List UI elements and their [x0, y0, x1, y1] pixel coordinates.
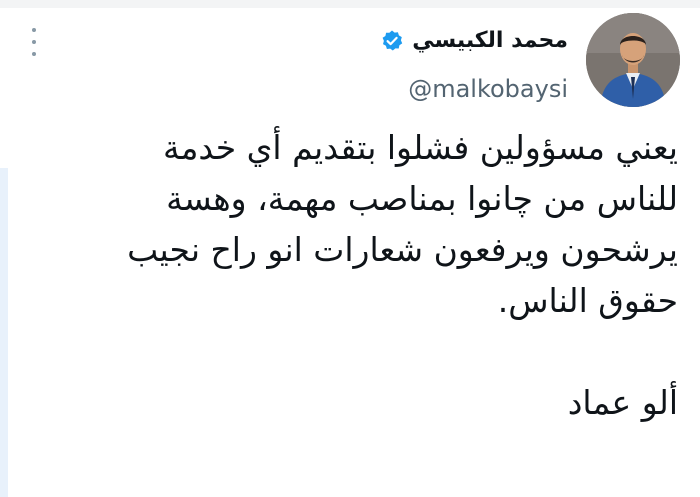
menu-dot	[32, 40, 36, 44]
tweet-text-line: يعني مسؤولين فشلوا بتقديم أي خدمة	[163, 128, 678, 167]
tweet-header: محمد الكبيسي @malkobaysi	[380, 26, 568, 104]
menu-dot	[32, 52, 36, 56]
tweet-signoff: ألو عماد	[567, 383, 678, 422]
top-strip	[0, 0, 700, 8]
tweet-text-line: يرشحون ويرفعون شعارات انو راح نجيب	[127, 230, 678, 269]
display-name[interactable]: محمد الكبيسي	[412, 26, 568, 56]
tweet-text-line: حقوق الناس.	[497, 281, 678, 320]
author-handle[interactable]: @malkobaysi	[380, 74, 568, 104]
tweet-text-line: للناس من چانوا بمناصب مهمة، وهسة	[166, 179, 678, 218]
profile-photo-icon	[586, 13, 680, 107]
verified-badge-icon	[382, 30, 403, 51]
more-options-icon[interactable]	[24, 28, 44, 56]
menu-dot	[32, 28, 36, 32]
avatar[interactable]	[586, 13, 680, 107]
left-rail	[0, 168, 8, 497]
name-row: محمد الكبيسي	[380, 26, 568, 56]
tweet-text: يعني مسؤولين فشلوا بتقديم أي خدمة للناس …	[38, 122, 678, 428]
